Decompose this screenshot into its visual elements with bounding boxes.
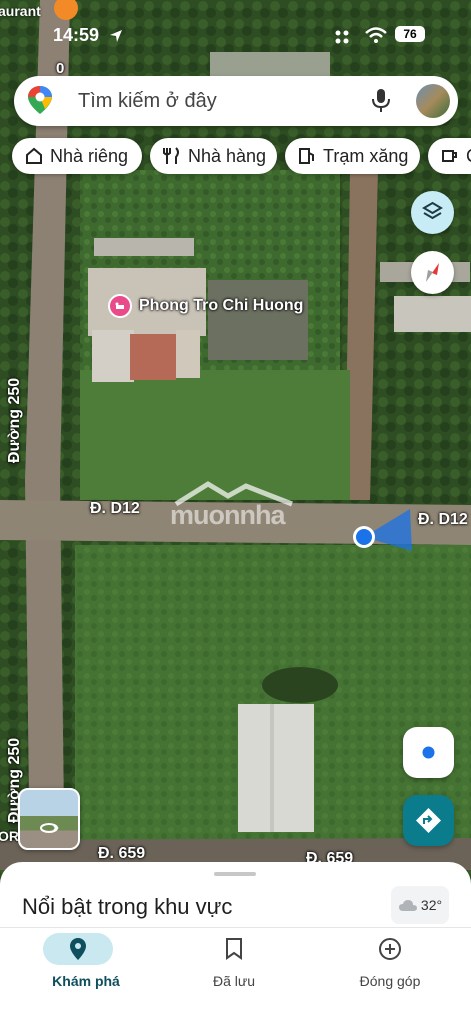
chip-cafe[interactable]: C bbox=[428, 138, 471, 174]
street-view-thumbnail[interactable] bbox=[18, 788, 80, 850]
tab-label: Khám phá bbox=[52, 973, 120, 989]
road-label-d12-east: Đ. D12 bbox=[418, 511, 468, 528]
compass-button[interactable] bbox=[411, 251, 454, 294]
chip-label: Nhà riêng bbox=[50, 145, 129, 166]
tab-label: Đã lưu bbox=[212, 973, 256, 989]
weather-chip[interactable]: 32° bbox=[391, 886, 449, 924]
cloud-icon bbox=[398, 900, 417, 911]
road-label-partial-west: OR bbox=[0, 828, 19, 844]
lodging-icon bbox=[108, 294, 132, 318]
layers-icon bbox=[422, 201, 443, 220]
road-label-659-west: Đ. 659 bbox=[98, 845, 146, 862]
restaurant-icon bbox=[163, 147, 179, 164]
microphone-icon[interactable] bbox=[371, 88, 391, 114]
road-label-d12-west: Đ. D12 bbox=[90, 500, 140, 517]
add-circle-icon bbox=[379, 938, 401, 960]
chip-nha-hang[interactable]: Nhà hàng bbox=[150, 138, 277, 174]
layers-button[interactable] bbox=[411, 191, 454, 234]
street-view-360-icon bbox=[40, 823, 59, 833]
status-bar: aurant 14:59 76 bbox=[0, 0, 471, 66]
status-time: 14:59 bbox=[53, 25, 100, 45]
compass-icon bbox=[426, 263, 439, 282]
battery-level: 76 bbox=[403, 27, 417, 41]
restaurant-poi-icon bbox=[54, 0, 78, 20]
gas-station-icon bbox=[299, 148, 314, 164]
explore-pin-icon bbox=[70, 938, 86, 960]
chip-tram-xang[interactable]: Trạm xăng bbox=[285, 138, 420, 174]
watermark: muonnha bbox=[168, 478, 302, 530]
tab-da-luu[interactable]: Đã lưu bbox=[164, 928, 304, 1025]
search-placeholder: Tìm kiếm ở đây bbox=[78, 90, 217, 112]
my-location-icon bbox=[422, 746, 435, 759]
chip-label: C bbox=[466, 146, 471, 167]
bookmark-icon bbox=[226, 938, 242, 960]
bottom-navigation: Khám phá Đã lưu Đóng góp bbox=[0, 927, 471, 1025]
status-partial-label: aurant bbox=[0, 3, 41, 19]
tab-dong-gop[interactable]: Đóng góp bbox=[320, 928, 460, 1025]
sheet-drag-handle[interactable] bbox=[214, 872, 256, 876]
chip-nha-rieng[interactable]: Nhà riêng bbox=[12, 138, 142, 174]
road-label-duong-250-north: Đường 250 bbox=[6, 377, 23, 463]
weather-temperature: 32° bbox=[420, 897, 443, 913]
place-name-label: Phong Tro Chi Huong bbox=[139, 297, 304, 314]
my-location-button[interactable] bbox=[403, 727, 454, 778]
google-maps-logo-icon bbox=[28, 86, 52, 114]
chip-label: Trạm xăng bbox=[323, 145, 409, 166]
battery-icon: 76 bbox=[395, 26, 425, 42]
sheet-title: Nổi bật trong khu vực bbox=[22, 894, 233, 919]
directions-button[interactable] bbox=[403, 795, 454, 846]
chip-label: Nhà hàng bbox=[188, 145, 267, 166]
tab-kham-pha[interactable]: Khám phá bbox=[16, 928, 156, 1025]
location-arrow-icon bbox=[110, 30, 122, 42]
home-icon bbox=[26, 147, 42, 164]
search-bar[interactable]: Tìm kiếm ở đây bbox=[14, 76, 458, 126]
grid-dots-icon bbox=[335, 30, 349, 44]
tab-label: Đóng góp bbox=[359, 973, 421, 989]
avatar[interactable] bbox=[416, 84, 450, 118]
wifi-icon bbox=[365, 27, 387, 43]
coffee-icon bbox=[442, 150, 457, 162]
directions-icon bbox=[416, 808, 441, 833]
